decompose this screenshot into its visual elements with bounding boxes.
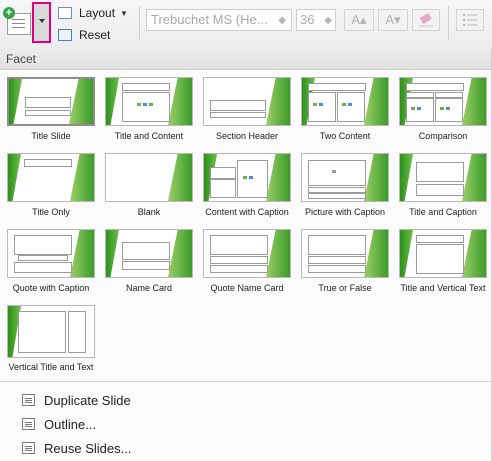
toolbar-divider — [139, 6, 140, 40]
layout-thumbnail — [301, 77, 389, 126]
layout-label: Comparison — [418, 131, 468, 141]
layout-button[interactable]: Layout ▼ — [58, 4, 128, 22]
layout-comparison[interactable]: Comparison — [394, 75, 492, 149]
outline-icon — [22, 418, 35, 430]
new-slide-button[interactable]: + — [3, 4, 31, 40]
chevron-down-icon — [39, 19, 45, 23]
reset-icon — [58, 29, 72, 41]
bullet-list-icon — [462, 13, 477, 27]
layout-title-and-content[interactable]: Title and Content — [100, 75, 198, 149]
layout-label: Content with Caption — [205, 207, 289, 217]
layout-title-only[interactable]: Title Only — [2, 151, 100, 225]
decrease-font-icon: A▾ — [385, 12, 401, 27]
plus-icon: + — [3, 7, 15, 19]
layout-title-slide[interactable]: Title Slide — [2, 75, 100, 149]
layout-thumbnail — [7, 305, 95, 358]
clear-formatting-button[interactable] — [412, 9, 440, 31]
layout-thumbnail — [399, 77, 487, 126]
decrease-font-size-button[interactable]: A▾ — [378, 9, 408, 31]
increase-font-size-button[interactable]: A▴ — [344, 9, 374, 31]
layout-thumbnail — [7, 229, 95, 278]
layout-two-content[interactable]: Two Content — [296, 75, 394, 149]
layout-label: Picture with Caption — [304, 207, 386, 217]
layout-label: Title Only — [32, 207, 70, 217]
layout-thumbnail — [7, 153, 95, 202]
theme-name-header: Facet — [0, 48, 491, 70]
font-size-select[interactable]: 36 ◆ — [296, 9, 336, 31]
ribbon-toolbar: + Layout ▼ Reset Trebuchet MS (He... ◆ 3… — [0, 0, 492, 49]
layout-label: Title Slide — [31, 131, 71, 141]
layout-content-with-caption[interactable]: Content with Caption — [198, 151, 296, 225]
chevron-updown-icon: ◆ — [324, 15, 332, 26]
layout-quote-name-card[interactable]: Quote Name Card — [198, 227, 296, 301]
font-name-select[interactable]: Trebuchet MS (He... ◆ — [146, 9, 292, 31]
reset-label: Reset — [79, 28, 111, 42]
layout-label: Section Header — [215, 131, 279, 141]
layout-blank[interactable]: Blank — [100, 151, 198, 225]
duplicate-slide-label: Duplicate Slide — [44, 392, 131, 408]
duplicate-slide-menu-item[interactable]: Duplicate Slide — [22, 390, 131, 410]
layout-picture-with-caption[interactable]: Picture with Caption — [296, 151, 394, 225]
layout-thumbnail — [203, 229, 291, 278]
layout-label: Quote Name Card — [210, 283, 284, 293]
layout-label: Title and Vertical Text — [400, 283, 486, 293]
layout-thumbnail — [399, 153, 487, 202]
bullets-button[interactable] — [456, 9, 484, 31]
layout-title-and-caption[interactable]: Title and Caption — [394, 151, 492, 225]
duplicate-slide-icon — [22, 394, 35, 406]
layout-label: Vertical Title and Text — [8, 362, 94, 372]
eraser-icon — [419, 13, 433, 27]
layout-label: True or False — [318, 283, 372, 293]
layout-thumbnail — [7, 77, 95, 126]
new-slide-dropdown-button[interactable] — [32, 2, 51, 43]
reset-button[interactable]: Reset — [58, 26, 110, 44]
layout-vertical-title-and-text[interactable]: Vertical Title and Text — [2, 303, 100, 377]
font-size-value: 36 — [300, 12, 315, 27]
layout-label: Quote with Caption — [12, 283, 90, 293]
layout-label: Layout — [79, 6, 116, 20]
layout-label: Title and Caption — [409, 207, 477, 217]
chevron-down-icon: ▼ — [120, 8, 128, 18]
layout-title-and-vertical-text[interactable]: Title and Vertical Text — [394, 227, 492, 301]
layout-label: Two Content — [319, 131, 371, 141]
layout-thumbnail — [105, 229, 193, 278]
outline-label: Outline... — [44, 416, 97, 432]
toolbar-divider — [448, 6, 449, 40]
layout-name-card[interactable]: Name Card — [100, 227, 198, 301]
reuse-slides-icon — [22, 442, 35, 454]
layout-thumbnail — [105, 77, 193, 126]
layout-label: Blank — [137, 207, 161, 217]
layout-quote-with-caption[interactable]: Quote with Caption — [2, 227, 100, 301]
chevron-updown-icon: ◆ — [278, 15, 286, 26]
menu-divider — [0, 381, 491, 382]
layout-thumbnail — [301, 229, 389, 278]
font-name-value: Trebuchet MS (He... — [151, 12, 268, 27]
reuse-slides-menu-item[interactable]: Reuse Slides... — [22, 438, 131, 458]
reuse-slides-label: Reuse Slides... — [44, 440, 132, 456]
layout-thumbnail — [203, 77, 291, 126]
layout-gallery-panel: Facet Title Slide Title and Content Sect… — [0, 48, 492, 461]
layout-thumbnail — [301, 153, 389, 202]
layout-thumbnail — [399, 229, 487, 278]
layout-icon — [58, 7, 72, 19]
layout-label: Name Card — [125, 283, 172, 293]
increase-font-icon: A▴ — [351, 12, 367, 27]
layout-thumbnail — [105, 153, 193, 202]
layout-true-or-false[interactable]: True or False — [296, 227, 394, 301]
layout-section-header[interactable]: Section Header — [198, 75, 296, 149]
layout-thumbnail — [203, 153, 291, 202]
outline-menu-item[interactable]: Outline... — [22, 414, 96, 434]
layout-label: Title and Content — [114, 131, 184, 141]
